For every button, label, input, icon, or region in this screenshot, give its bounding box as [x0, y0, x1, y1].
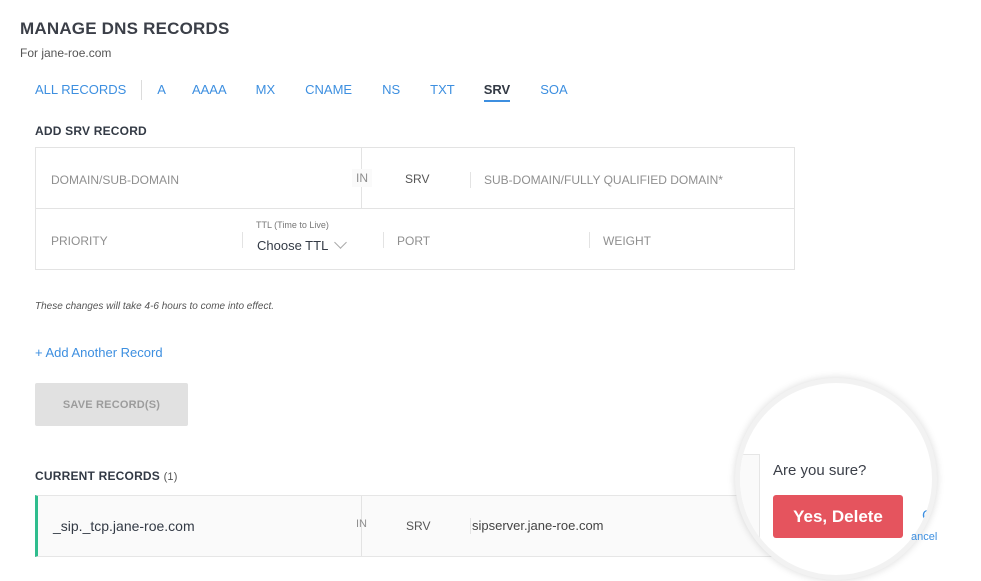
form-row-domain: DOMAIN/SUB-DOMAIN IN SRV SUB-DOMAIN/FULL… [36, 148, 794, 209]
current-records-title: CURRENT RECORDS [35, 469, 161, 483]
save-records-button[interactable]: SAVE RECORD(S) [35, 383, 188, 426]
confirm-delete-button[interactable]: Yes, Delete [773, 495, 903, 538]
record-class: IN [356, 518, 367, 530]
table-row: _sip._tcp.jane-roe.com IN SRV sipserver.… [35, 495, 815, 557]
record-type-label: SRV [405, 172, 430, 186]
field-divider [383, 232, 384, 248]
add-record-heading: ADD SRV RECORD [35, 124, 147, 138]
chevron-down-icon[interactable] [334, 236, 347, 249]
current-records-heading: CURRENT RECORDS (1) [35, 469, 178, 483]
record-name: _sip._tcp.jane-roe.com [53, 518, 195, 534]
cancel-partial-text[interactable]: C [922, 507, 932, 524]
magnifier-overlay: Are you sure? Yes, Delete C [735, 378, 937, 580]
port-input[interactable]: PORT [397, 234, 430, 248]
propagation-note: These changes will take 4-6 hours to com… [35, 301, 275, 312]
domain-input[interactable]: DOMAIN/SUB-DOMAIN [51, 173, 179, 187]
field-divider [470, 172, 471, 188]
record-type-tabs: ALL RECORDS A AAAA MX CNAME NS TXT SRV S… [35, 80, 568, 106]
delete-confirm-question: Are you sure? [773, 462, 867, 479]
tab-cname[interactable]: CNAME [305, 82, 352, 102]
add-srv-form: DOMAIN/SUB-DOMAIN IN SRV SUB-DOMAIN/FULL… [35, 147, 795, 270]
tab-ns[interactable]: NS [382, 82, 400, 102]
target-input[interactable]: SUB-DOMAIN/FULLY QUALIFIED DOMAIN* [484, 173, 723, 187]
ttl-label: TTL (Time to Live) [256, 220, 329, 230]
add-another-record-link[interactable]: + Add Another Record [35, 345, 163, 360]
cancel-link[interactable]: ancel [911, 531, 937, 543]
tab-aaaa[interactable]: AAAA [192, 82, 227, 102]
tab-mx[interactable]: MX [256, 82, 276, 102]
page-subtitle: For jane-roe.com [20, 46, 112, 60]
field-divider [242, 232, 243, 248]
record-count: (1) [163, 471, 178, 483]
page-title: MANAGE DNS RECORDS [20, 19, 230, 38]
field-divider [589, 232, 590, 248]
tab-txt[interactable]: TXT [430, 82, 455, 102]
form-row-params: PRIORITY TTL (Time to Live) Choose TTL P… [36, 209, 794, 270]
tab-srv[interactable]: SRV [483, 82, 510, 102]
tab-soa[interactable]: SOA [540, 82, 567, 102]
record-type: SRV [406, 519, 431, 533]
class-badge: IN [352, 169, 372, 187]
priority-input[interactable]: PRIORITY [51, 234, 108, 248]
tab-divider [141, 80, 143, 100]
tab-all-records[interactable]: ALL RECORDS [35, 82, 126, 102]
tab-a[interactable]: A [157, 82, 166, 102]
record-target: sipserver.jane-roe.com [472, 518, 604, 533]
ttl-select[interactable]: Choose TTL [257, 238, 328, 253]
field-divider [470, 518, 471, 534]
weight-input[interactable]: WEIGHT [603, 234, 651, 248]
